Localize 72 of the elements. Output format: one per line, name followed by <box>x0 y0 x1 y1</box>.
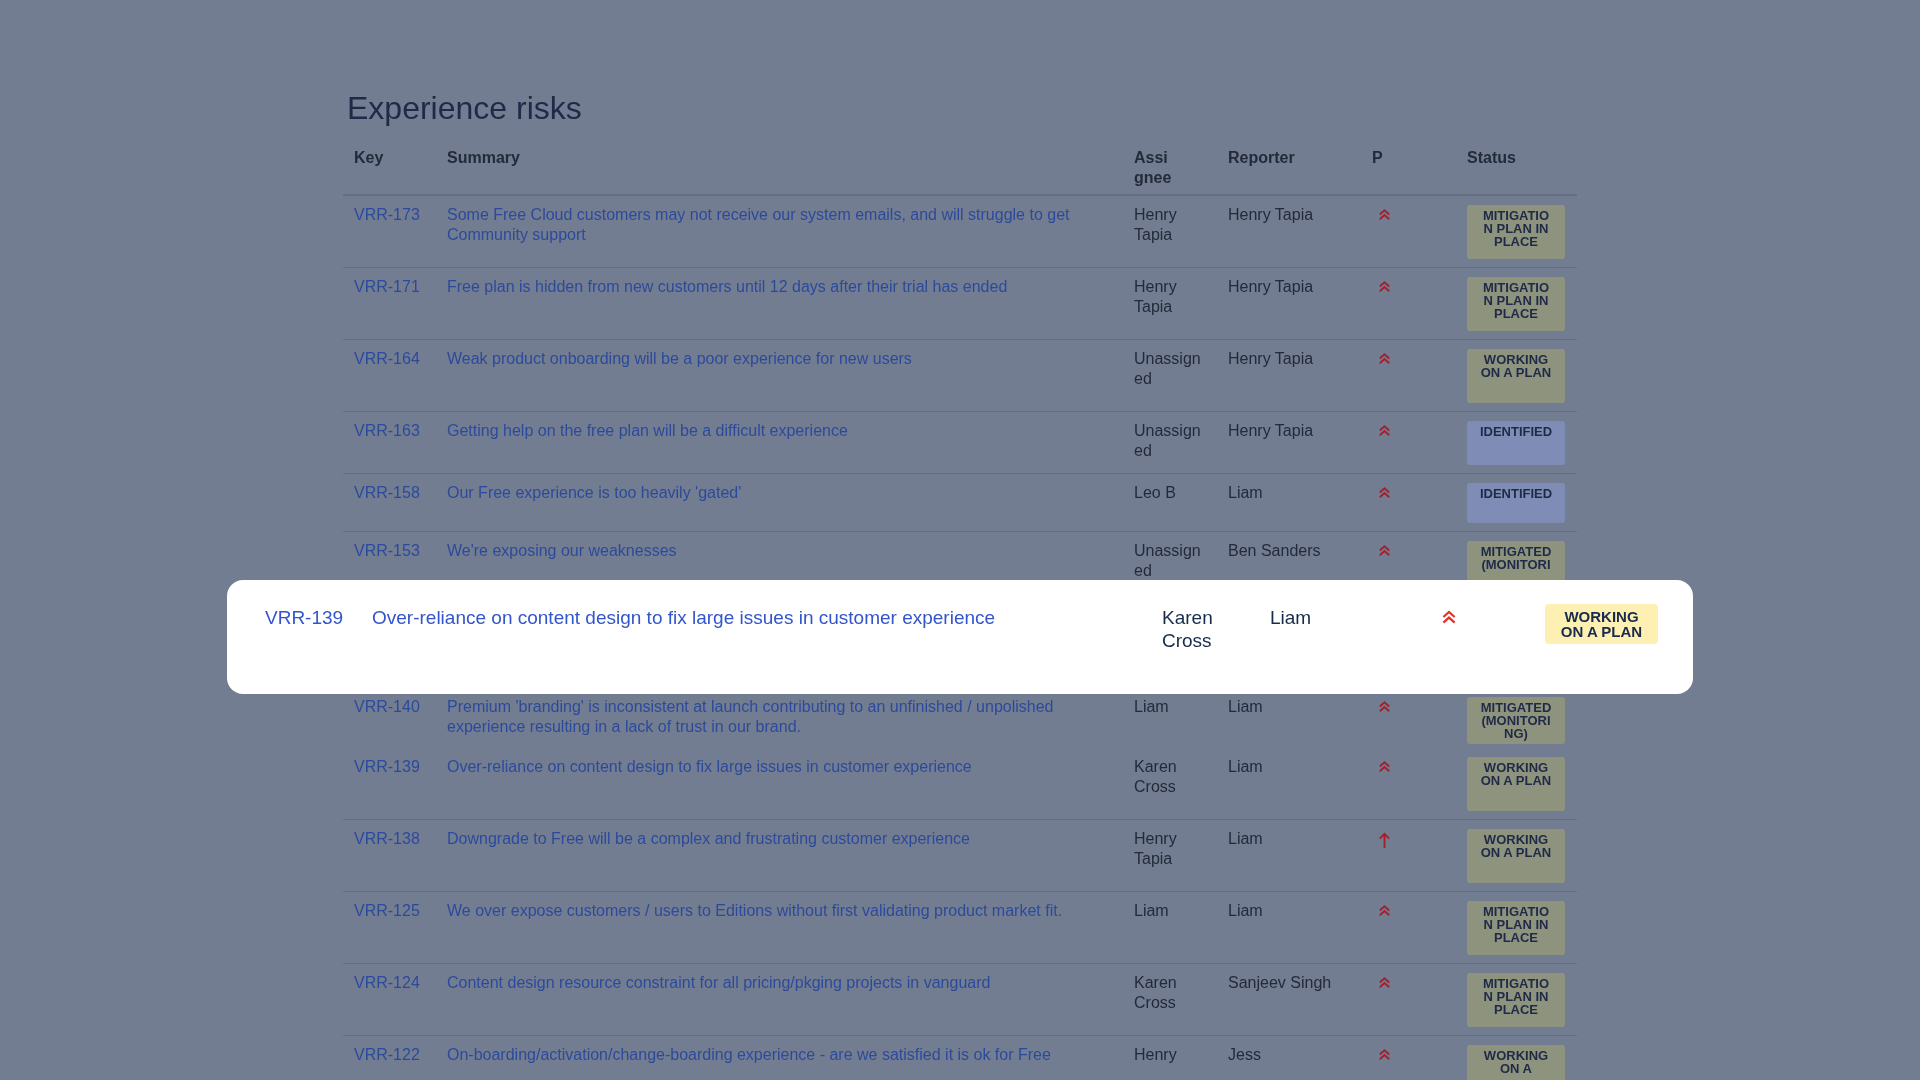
column-header: Summary <box>447 148 521 168</box>
issue-summary-link[interactable]: On-boarding/activation/change-boarding experience - are we satisfied it is ok for Free <box>447 1045 1134 1080</box>
reporter-cell-text: Henry Tapia <box>1228 205 1315 225</box>
assignee-cell-text: Unassigned <box>1134 541 1202 580</box>
issue-key-link[interactable]: VRR-140 <box>343 697 447 744</box>
assignee-cell-text: Unassigned <box>1134 349 1202 389</box>
issue-summary-link[interactable]: Getting help on the free plan will be a difficult experience <box>447 421 1134 465</box>
reporter-cell-text: Liam <box>1228 483 1264 503</box>
reporter-cell-text: Liam <box>1270 606 1313 630</box>
reporter-cell-text: Liam <box>1228 829 1264 849</box>
status-lozenge: WORKING ON A PLAN <box>1467 757 1565 811</box>
status-lozenge: MITIGATION PLAN IN PLACE <box>1467 205 1565 259</box>
issue-key-link[interactable]: VRR-124 <box>343 973 447 1027</box>
reporter-cell-text: Liam <box>1228 757 1264 777</box>
reporter-cell-text: Jess <box>1228 1045 1262 1065</box>
status-lozenge: WORKING ON A PLAN <box>1467 349 1565 403</box>
reporter-cell-text: Liam <box>1228 697 1264 717</box>
issue-key-link[interactable]: VRR-125 <box>343 901 447 955</box>
assignee-cell-text: Karen Cross <box>1134 973 1178 1013</box>
issue-key-link[interactable]: VRR-122 <box>343 1045 447 1080</box>
column-header: Key <box>353 148 385 168</box>
column-header: Reporter <box>1228 148 1296 168</box>
page-title: Experience risks <box>346 89 583 128</box>
issue-summary-link[interactable]: Free plan is hidden from new customers until 12 days after their trial has ended <box>447 277 1134 331</box>
assignee-cell-text: Henry Tapia <box>1134 829 1178 869</box>
issue-key-link[interactable]: VRR-153 <box>343 541 447 580</box>
issue-summary-link[interactable]: We over expose customers / users to Editions without first validating product market fit. <box>447 901 1134 955</box>
assignee-cell-text: Unassigned <box>1134 421 1202 461</box>
status-lozenge: MITIGATED (MONITORI <box>1467 541 1565 580</box>
assignee-cell-text: Henry <box>1134 1045 1178 1065</box>
issue-summary-link[interactable]: We're exposing our weaknesses <box>447 541 1134 580</box>
assignee-cell-text: Liam <box>1134 697 1170 717</box>
column-header: Assi gnee <box>1134 148 1173 188</box>
column-header: P <box>1372 148 1384 168</box>
column-header: Status <box>1467 148 1517 168</box>
status-lozenge: WORKING ON A PLAN <box>1545 604 1658 644</box>
issue-summary-link[interactable]: Weak product onboarding will be a poor experience for new users <box>447 349 1134 403</box>
reporter-cell-text: Henry Tapia <box>1228 421 1315 441</box>
issue-key-link[interactable]: VRR-139 <box>343 757 447 811</box>
assignee-cell-text: Karen Cross <box>1162 606 1214 653</box>
issue-summary-link[interactable]: Premium 'branding' is inconsistent at launch contributing to an unfinished / unpolished experience resulting in a lack of trust in our brand. <box>447 697 1134 744</box>
assignee-cell-text: Leo B <box>1134 483 1177 503</box>
issue-summary-link[interactable]: Some Free Cloud customers may not receive our system emails, and will struggle to get Community support <box>447 205 1134 259</box>
issue-summary-link[interactable]: Content design resource constraint for all pricing/pkging projects in vanguard <box>447 973 1134 1027</box>
status-lozenge: IDENTIFIED <box>1467 483 1565 523</box>
issue-summary-link[interactable]: Over-reliance on content design to fix large issues in customer experience <box>372 606 1162 694</box>
reporter-cell-text: Sanjeev Singh <box>1228 973 1333 993</box>
issue-key-link[interactable]: VRR-163 <box>343 421 447 465</box>
issue-key-link[interactable]: VRR-139 <box>265 606 372 694</box>
assignee-cell-text: Liam <box>1134 901 1170 921</box>
status-lozenge: MITIGATION PLAN IN PLACE <box>1467 277 1565 331</box>
issue-key-link[interactable]: VRR-173 <box>343 205 447 259</box>
assignee-cell-text: Henry Tapia <box>1134 277 1178 317</box>
issue-key-link[interactable]: VRR-138 <box>343 829 447 883</box>
status-lozenge: WORKING ON A PLAN <box>1467 829 1565 883</box>
reporter-cell-text: Henry Tapia <box>1228 277 1315 297</box>
reporter-cell-text: Henry Tapia <box>1228 349 1315 369</box>
status-lozenge: MITIGATED (MONITORING) <box>1467 697 1565 744</box>
issue-summary-link[interactable]: Downgrade to Free will be a complex and frustrating customer experience <box>447 829 1134 883</box>
reporter-cell-text: Ben Sanders <box>1228 541 1322 561</box>
status-lozenge: IDENTIFIED <box>1467 421 1565 465</box>
issue-key-link[interactable]: VRR-158 <box>343 483 447 523</box>
issue-summary-link[interactable]: Our Free experience is too heavily 'gated' <box>447 483 1134 523</box>
assignee-cell-text: Henry Tapia <box>1134 205 1178 245</box>
status-lozenge: WORKING ON A <box>1467 1045 1565 1080</box>
assignee-cell-text: Karen Cross <box>1134 757 1178 797</box>
issue-key-link[interactable]: VRR-164 <box>343 349 447 403</box>
status-lozenge: MITIGATION PLAN IN PLACE <box>1467 901 1565 955</box>
status-lozenge: MITIGATION PLAN IN PLACE <box>1467 973 1565 1027</box>
issue-summary-link[interactable]: Over-reliance on content design to fix large issues in customer experience <box>447 757 1134 811</box>
reporter-cell-text: Liam <box>1228 901 1264 921</box>
issue-key-link[interactable]: VRR-171 <box>343 277 447 331</box>
